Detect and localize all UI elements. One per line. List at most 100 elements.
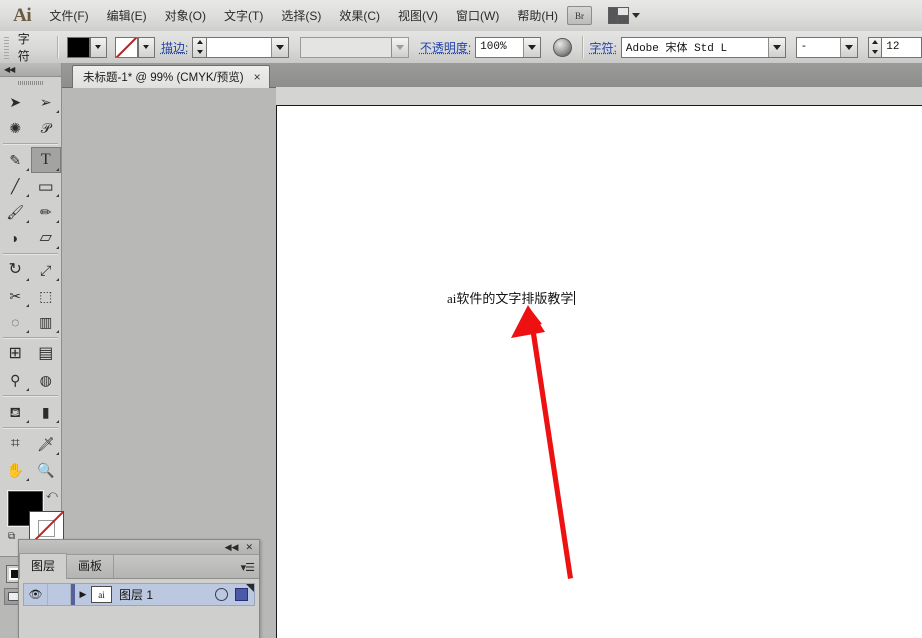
tool-lasso[interactable]: 𝒫 (31, 115, 62, 141)
artboard-tool-icon: ⌗ (10, 435, 20, 452)
stroke-color-dropdown[interactable] (137, 36, 155, 58)
font-size-stepper[interactable] (867, 36, 882, 58)
layer-thumbnail: ai (91, 586, 112, 603)
tool-width[interactable]: ✂ (0, 283, 31, 309)
tool-type[interactable]: T (30, 147, 61, 173)
menu-edit[interactable]: 编辑(E) (98, 3, 156, 28)
opacity-input[interactable]: 100% (475, 36, 542, 58)
stroke-color-control[interactable] (114, 36, 138, 58)
fill-color-control[interactable] (66, 36, 90, 58)
tool-eyedropper[interactable]: ⚲ (0, 367, 31, 393)
scale-tool-icon: ⤢ (40, 262, 52, 278)
lock-toggle-cell[interactable] (47, 584, 71, 605)
stroke-swatch-none[interactable] (115, 37, 137, 57)
tool-pencil[interactable]: ✏ (31, 199, 62, 225)
menu-view[interactable]: 视图(V) (389, 3, 447, 28)
canvas-area[interactable]: ai软件的文字排版教学 (276, 87, 922, 638)
bridge-button[interactable]: Br (567, 6, 592, 25)
brush-definition-select[interactable] (300, 36, 409, 58)
tool-group-selection: ➤ ➢ ✺ 𝒫 (0, 89, 61, 141)
menu-file[interactable]: 文件(F) (40, 3, 97, 28)
character-panel-label[interactable]: 字符: (590, 39, 617, 56)
collapse-panel-icon[interactable]: ◀◀ (225, 542, 239, 552)
workspace-switcher[interactable] (608, 7, 640, 24)
panel-menu-icon[interactable]: ▾☰ (241, 561, 255, 574)
font-size-input[interactable]: 12 (881, 36, 922, 58)
menu-type[interactable]: 文字(T) (215, 3, 272, 28)
collapse-panel-icon[interactable]: ◀◀ (4, 65, 15, 74)
tool-symbol-sprayer[interactable]: ⛾ (0, 399, 31, 425)
tool-selection[interactable]: ➤ (0, 89, 31, 115)
tool-rotate[interactable]: ↻ (0, 257, 31, 283)
menu-select[interactable]: 选择(S) (272, 3, 330, 28)
menu-effect[interactable]: 效果(C) (330, 3, 389, 28)
eye-icon[interactable]: 👁 (24, 588, 47, 601)
font-family-select[interactable]: Adobe 宋体 Std L (620, 36, 786, 58)
chevron-down-icon[interactable] (390, 37, 408, 57)
tool-free-transform[interactable]: ⬚ (31, 283, 62, 309)
tool-gradient[interactable]: ▤ (31, 341, 62, 367)
font-style-select[interactable]: - (795, 36, 858, 58)
expand-layer-icon[interactable]: ▶ (75, 589, 91, 600)
chevron-down-icon[interactable] (137, 37, 154, 57)
tool-zoom[interactable]: 🔍 (31, 457, 62, 483)
tool-scale[interactable]: ⤢ (31, 257, 62, 283)
tool-line-segment[interactable]: ╱ (0, 173, 31, 199)
target-circle-icon[interactable] (215, 588, 228, 601)
tool-artboard[interactable]: ⌗ (0, 431, 31, 457)
chevron-down-icon[interactable] (839, 37, 857, 57)
tools-panel-grip[interactable] (0, 77, 61, 89)
rotate-tool-icon: ↻ (8, 261, 22, 278)
recolor-artwork-icon[interactable] (553, 37, 572, 57)
chevron-down-icon[interactable] (523, 37, 541, 57)
tool-magic-wand[interactable]: ✺ (0, 115, 31, 141)
close-icon[interactable]: ✕ (245, 542, 253, 552)
close-icon[interactable]: × (254, 71, 261, 83)
chevron-down-icon[interactable] (271, 37, 289, 57)
chevron-down-icon[interactable] (767, 37, 785, 57)
tool-group-drawing: ✎ T ╱ ▭ 🖌 ✏ ◗ ▱ (0, 147, 61, 251)
artboard[interactable]: ai软件的文字排版教学 (276, 105, 922, 638)
stroke-weight-label[interactable]: 描边: (161, 39, 188, 56)
tool-rectangle[interactable]: ▭ (31, 173, 62, 199)
layer-name[interactable]: 图层 1 (112, 586, 215, 603)
stroke-weight-input[interactable] (205, 36, 290, 58)
tool-group-color: ⊞ ▤ ⚲ ◍ (0, 341, 61, 393)
chevron-down-icon[interactable] (89, 37, 106, 57)
tool-bar-graph[interactable]: ▮ (31, 399, 62, 425)
tools-panel-header[interactable]: ◀◀ (0, 63, 61, 77)
document-tab[interactable]: 未标题-1* @ 99% (CMYK/预览) × (72, 65, 270, 88)
table-row[interactable]: 👁 ▶ ai 图层 1 (23, 583, 255, 606)
free-transform-tool-icon: ⬚ (39, 288, 53, 304)
direct-selection-tool-icon: ➢ (39, 94, 52, 110)
control-bar-grip[interactable] (2, 34, 11, 60)
divider (3, 337, 58, 339)
tool-slice[interactable]: 🗡 (31, 431, 62, 457)
tool-paintbrush[interactable]: 🖌 (0, 199, 31, 225)
tool-pen[interactable]: ✎ (0, 147, 31, 173)
default-fill-stroke-icon[interactable]: ⧉ (8, 531, 15, 542)
tool-shape-builder[interactable]: ◌ (0, 309, 31, 335)
fill-color-dropdown[interactable] (89, 36, 107, 58)
tool-blend[interactable]: ◍ (31, 367, 62, 393)
menu-object[interactable]: 对象(O) (156, 3, 215, 28)
tool-blob-brush[interactable]: ◗ (0, 225, 31, 251)
stroke-weight-stepper[interactable] (192, 36, 206, 58)
menu-help[interactable]: 帮助(H) (508, 3, 567, 28)
tab-artboards[interactable]: 画板 (67, 554, 115, 578)
tool-mesh[interactable]: ⊞ (0, 341, 31, 367)
tool-direct-selection[interactable]: ➢ (31, 89, 62, 115)
tool-column-graph[interactable]: ▥ (31, 309, 62, 335)
swap-fill-stroke-icon[interactable]: ⤺ (46, 489, 58, 502)
layers-list: 👁 ▶ ai 图层 1 (19, 579, 259, 638)
tab-layers[interactable]: 图层 (19, 553, 68, 579)
layer-corner-marker (246, 584, 254, 592)
illustrator-window: Ai 文件(F) 编辑(E) 对象(O) 文字(T) 选择(S) 效果(C) 视… (0, 0, 922, 638)
opacity-label[interactable]: 不透明度: (420, 39, 471, 56)
workspace-icon (608, 7, 629, 24)
menu-window[interactable]: 窗口(W) (447, 3, 508, 28)
pencil-tool-icon: ✏ (39, 204, 52, 220)
tool-hand[interactable]: ✋ (0, 457, 31, 483)
tool-eraser[interactable]: ▱ (31, 225, 62, 251)
fill-swatch[interactable] (67, 37, 89, 57)
